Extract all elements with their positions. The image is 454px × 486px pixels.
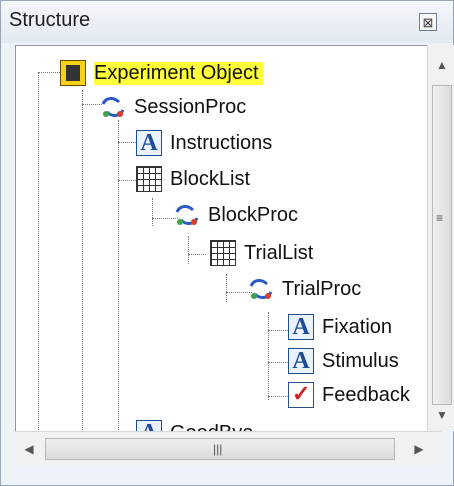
- tree-item-triallist[interactable]: TrialList: [210, 238, 313, 268]
- procedure-icon: [248, 276, 274, 302]
- tree-item-feedback[interactable]: Feedback: [288, 380, 410, 410]
- tree-item-label: BlockList: [170, 167, 251, 190]
- tree-item-label: TrialProc: [282, 277, 362, 300]
- tree-line: [152, 198, 153, 226]
- tree-item-label: Fixation: [322, 315, 393, 338]
- text-display-icon: A: [136, 130, 162, 156]
- structure-panel: Structure ⊠ Experiment Object SessionPro…: [0, 0, 454, 486]
- text-display-icon: A: [288, 348, 314, 374]
- tree-item-instructions[interactable]: A Instructions: [136, 128, 272, 158]
- tree-line: [268, 396, 288, 397]
- vertical-scrollbar[interactable]: ▲ ≡ ▼: [427, 45, 454, 431]
- vertical-scroll-thumb[interactable]: [432, 85, 452, 405]
- tree-item-label: BlockProc: [208, 203, 299, 226]
- tree-line: [118, 120, 119, 464]
- tree-line: [82, 90, 83, 438]
- tree-item-label: Experiment Object: [94, 61, 263, 85]
- tree-item-sessionproc[interactable]: SessionProc: [100, 92, 246, 122]
- tree-line: [268, 330, 288, 331]
- tree-line: [226, 274, 227, 302]
- scroll-grip-icon: |||: [213, 442, 223, 456]
- tree-item-label: Feedback: [322, 383, 410, 406]
- tree-item-experiment-object[interactable]: Experiment Object: [60, 58, 263, 88]
- tree-view[interactable]: Experiment Object SessionProc A Instruct…: [15, 45, 441, 465]
- tree-line: [188, 254, 206, 255]
- tree-item-label: TrialList: [244, 241, 314, 264]
- scroll-up-arrow-icon[interactable]: ▲: [432, 55, 452, 75]
- tree-line: [118, 180, 136, 181]
- tree-item-blocklist[interactable]: BlockList: [136, 164, 250, 194]
- feedback-icon: [288, 381, 314, 408]
- experiment-icon: [60, 60, 86, 86]
- tree-line: [268, 362, 288, 363]
- list-icon: [210, 240, 236, 266]
- procedure-icon: [174, 202, 200, 228]
- tree-line: [82, 104, 102, 105]
- scroll-right-arrow-icon[interactable]: ▶: [409, 439, 429, 459]
- tree-line: [188, 236, 189, 264]
- list-icon: [136, 166, 162, 192]
- tree-item-trialproc[interactable]: TrialProc: [248, 274, 361, 304]
- tree-item-label: SessionProc: [134, 95, 247, 118]
- close-button[interactable]: ⊠: [419, 13, 437, 31]
- tree-line: [38, 72, 39, 432]
- text-display-icon: A: [288, 314, 314, 340]
- tree-item-label: Stimulus: [322, 349, 399, 372]
- scroll-grip-icon: ≡: [436, 211, 444, 225]
- horizontal-scrollbar[interactable]: ◀ ||| ▶: [15, 431, 441, 465]
- panel-titlebar: Structure ⊠: [1, 1, 453, 43]
- panel-title: Structure: [9, 9, 91, 31]
- tree-item-fixation[interactable]: A Fixation: [288, 312, 392, 342]
- tree-item-label: Instructions: [170, 131, 273, 154]
- tree-line: [268, 312, 269, 400]
- tree-line: [118, 142, 136, 143]
- procedure-icon: [100, 94, 126, 120]
- tree-item-blockproc[interactable]: BlockProc: [174, 200, 298, 230]
- scroll-down-arrow-icon[interactable]: ▼: [432, 405, 452, 425]
- tree-item-stimulus[interactable]: A Stimulus: [288, 346, 399, 376]
- scroll-left-arrow-icon[interactable]: ◀: [19, 439, 39, 459]
